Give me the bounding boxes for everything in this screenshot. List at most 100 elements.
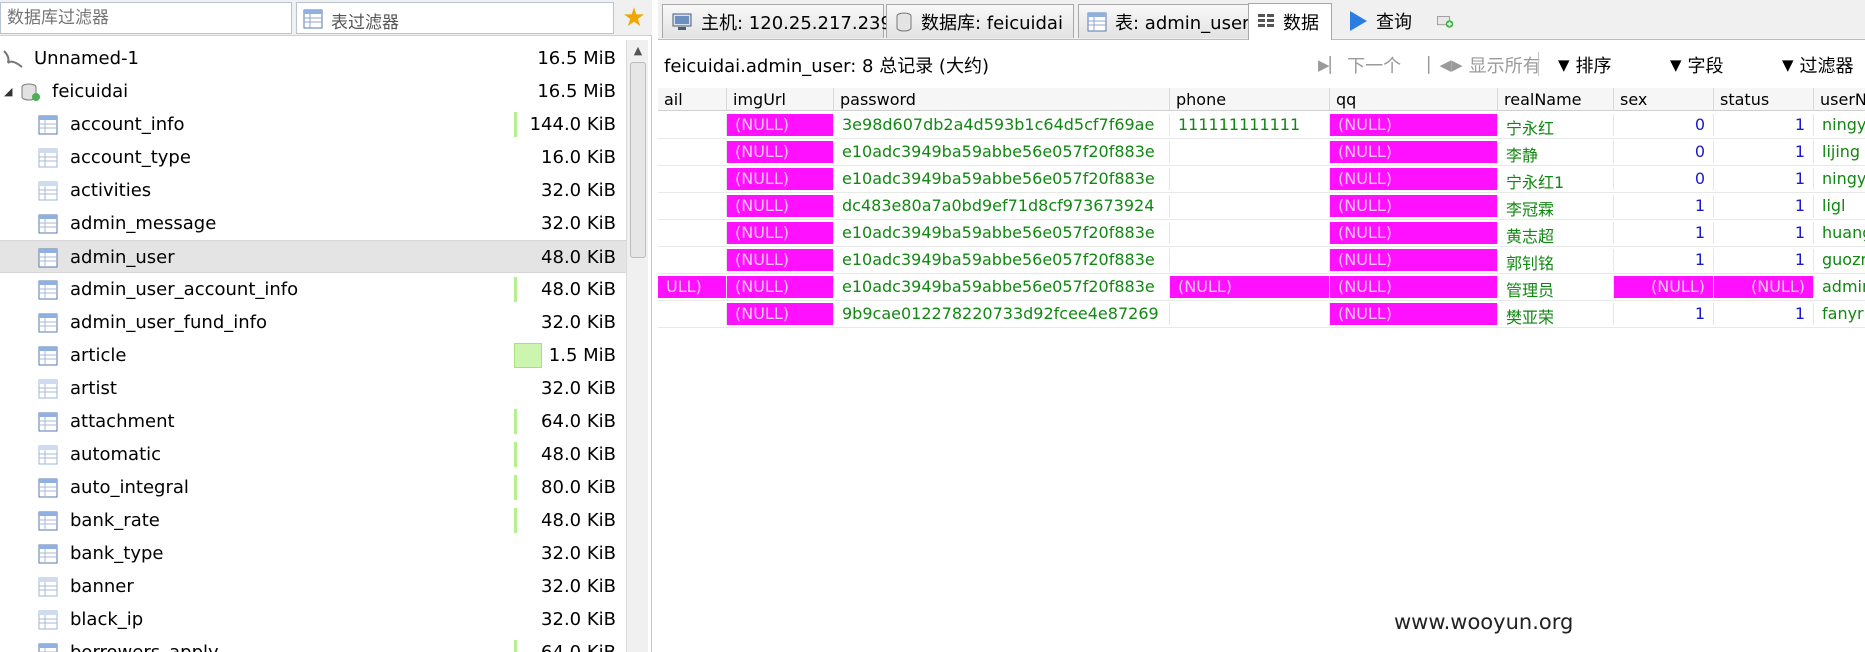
grid-cell[interactable]: ULL)	[658, 276, 727, 298]
tree-table-auto-integral[interactable]: auto_integral 80.0 KiB	[0, 471, 626, 504]
grid-cell[interactable]: 1	[1614, 303, 1714, 325]
grid-cell[interactable]: ningyh	[1814, 114, 1865, 136]
grid-cell[interactable]: 1	[1614, 249, 1714, 271]
grid-cell[interactable]: (NULL)	[727, 222, 834, 244]
next-page-button[interactable]: ▶▏ 下一个	[1318, 52, 1401, 78]
grid-cell[interactable]: (NULL)	[727, 114, 834, 136]
tree-table-artist[interactable]: artist 32.0 KiB	[0, 372, 626, 405]
grid-cell[interactable]	[658, 222, 727, 244]
grid-cell[interactable]	[658, 249, 727, 271]
grid-cell[interactable]: (NULL)	[727, 141, 834, 163]
tree-table-borrowers-apply[interactable]: borrowers_apply 64.0 KiB	[0, 636, 626, 652]
filter-button[interactable]: ▼ 过滤器	[1782, 52, 1854, 78]
grid-cell[interactable]: 黄志超	[1498, 222, 1614, 244]
grid-cell[interactable]: lijing	[1814, 141, 1865, 163]
grid-cell[interactable]: (NULL)	[1330, 168, 1498, 190]
grid-cell[interactable]: e10adc3949ba59abbe56e057f20f883e	[834, 249, 1170, 271]
table-filter-input[interactable]: 表过滤器	[296, 2, 614, 34]
grid-cell[interactable]: ningyh1	[1814, 168, 1865, 190]
grid-cell[interactable]	[658, 195, 727, 217]
tab-database[interactable]: 数据库: feicuidai	[886, 4, 1074, 38]
tree-table-activities[interactable]: activities 32.0 KiB	[0, 174, 626, 207]
grid-cell[interactable]: ligl	[1814, 195, 1865, 217]
grid-cell[interactable]: (NULL)	[1170, 276, 1330, 298]
grid-cell[interactable]: e10adc3949ba59abbe56e057f20f883e	[834, 222, 1170, 244]
grid-cell[interactable]: 1	[1714, 222, 1814, 244]
grid-cell[interactable]: 1	[1714, 303, 1814, 325]
grid-cell[interactable]: 0	[1614, 141, 1714, 163]
grid-cell[interactable]: 1	[1714, 195, 1814, 217]
column-header[interactable]: ail	[658, 88, 727, 111]
sort-button[interactable]: ▼ 排序	[1558, 52, 1612, 78]
grid-cell[interactable]: 樊亚荣	[1498, 303, 1614, 325]
grid-cell[interactable]	[658, 141, 727, 163]
grid-cell[interactable]: 0	[1614, 114, 1714, 136]
column-header[interactable]: status	[1714, 88, 1814, 111]
query-button[interactable]: 查询	[1340, 4, 1420, 38]
grid-cell[interactable]: 1	[1714, 141, 1814, 163]
grid-cell[interactable]: 9b9cae012278220733d92fcee4e87269	[834, 303, 1170, 325]
table-row[interactable]: (NULL) 9b9cae012278220733d92fcee4e87269 (N…	[658, 301, 1865, 328]
grid-cell[interactable]: fanyr	[1814, 303, 1865, 325]
tree-table-admin-message[interactable]: admin_message 32.0 KiB	[0, 207, 626, 240]
tree-table-automatic[interactable]: automatic 48.0 KiB	[0, 438, 626, 471]
grid-cell[interactable]: (NULL)	[1330, 249, 1498, 271]
grid-cell[interactable]: 1	[1614, 222, 1714, 244]
grid-cell[interactable]: (NULL)	[1614, 276, 1714, 298]
grid-cell[interactable]: guozm	[1814, 249, 1865, 271]
tree-scrollbar[interactable]: ▲	[626, 40, 648, 652]
grid-cell[interactable]	[1170, 303, 1330, 325]
grid-cell[interactable]: (NULL)	[1330, 303, 1498, 325]
grid-cell[interactable]: 111111111111	[1170, 114, 1330, 136]
database-filter-input[interactable]	[0, 2, 292, 34]
grid-cell[interactable]	[658, 303, 727, 325]
object-tree[interactable]: Unnamed-1 16.5 MiB ◢ feicuidai 16.5 MiB accou…	[0, 40, 626, 652]
table-row[interactable]: (NULL) e10adc3949ba59abbe56e057f20f883e (N…	[658, 247, 1865, 274]
table-row[interactable]: (NULL) e10adc3949ba59abbe56e057f20f883e (N…	[658, 139, 1865, 166]
grid-cell[interactable]: 李冠霖	[1498, 195, 1614, 217]
grid-cell[interactable]: 1	[1714, 168, 1814, 190]
grid-cell[interactable]: (NULL)	[1330, 276, 1498, 298]
column-header[interactable]: sex	[1614, 88, 1714, 111]
grid-cell[interactable]: (NULL)	[1330, 114, 1498, 136]
grid-cell[interactable]: (NULL)	[727, 195, 834, 217]
grid-cell[interactable]: (NULL)	[1330, 222, 1498, 244]
column-header[interactable]: password	[834, 88, 1170, 111]
show-all-button[interactable]: ▏◀▶ 显示所有	[1428, 52, 1541, 78]
table-row[interactable]: (NULL) e10adc3949ba59abbe56e057f20f883e (N…	[658, 166, 1865, 193]
grid-cell[interactable]: 0	[1614, 168, 1714, 190]
column-header[interactable]: imgUrl	[727, 88, 834, 111]
grid-cell[interactable]: dc483e80a7a0bd9ef71d8cf973673924	[834, 195, 1170, 217]
fields-button[interactable]: ▼ 字段	[1670, 52, 1724, 78]
column-header[interactable]: qq	[1330, 88, 1498, 111]
table-row[interactable]: (NULL) 3e98d607db2a4d593b1c64d5cf7f69ae 11…	[658, 112, 1865, 139]
grid-cell[interactable]: (NULL)	[727, 276, 834, 298]
table-row[interactable]: (NULL) dc483e80a7a0bd9ef71d8cf973673924 (N…	[658, 193, 1865, 220]
tree-table-admin-user[interactable]: admin_user 48.0 KiB	[0, 240, 626, 273]
column-header[interactable]: phone	[1170, 88, 1330, 111]
tree-table-banner[interactable]: banner 32.0 KiB	[0, 570, 626, 603]
grid-cell[interactable]: (NULL)	[727, 249, 834, 271]
grid-cell[interactable]	[658, 114, 727, 136]
grid-cell[interactable]: (NULL)	[1714, 276, 1814, 298]
scrollbar-thumb[interactable]	[630, 62, 646, 258]
grid-cell[interactable]	[1170, 141, 1330, 163]
tab-data[interactable]: 数据	[1248, 3, 1332, 40]
tree-table-bank-rate[interactable]: bank_rate 48.0 KiB	[0, 504, 626, 537]
tree-database-feicuidai[interactable]: ◢ feicuidai 16.5 MiB	[0, 75, 626, 108]
grid-cell[interactable]: 1	[1714, 249, 1814, 271]
grid-cell[interactable]: 管理员	[1498, 276, 1614, 298]
tree-table-admin-user-account-info[interactable]: admin_user_account_info 48.0 KiB	[0, 273, 626, 306]
grid-cell[interactable]: (NULL)	[727, 303, 834, 325]
grid-cell[interactable]: 1	[1714, 114, 1814, 136]
grid-cell[interactable]: admin	[1814, 276, 1865, 298]
grid-cell[interactable]: 郭钊铭	[1498, 249, 1614, 271]
grid-cell[interactable]	[658, 168, 727, 190]
collapse-arrow-icon[interactable]: ◢	[4, 85, 12, 98]
grid-cell[interactable]: (NULL)	[1330, 195, 1498, 217]
tree-table-account-info[interactable]: account_info 144.0 KiB	[0, 108, 626, 141]
tab-host[interactable]: 主机: 120.25.217.239	[662, 4, 892, 38]
tree-table-attachment[interactable]: attachment 64.0 KiB	[0, 405, 626, 438]
grid-cell[interactable]: (NULL)	[1330, 141, 1498, 163]
scroll-up-arrow-icon[interactable]: ▲	[627, 44, 649, 57]
